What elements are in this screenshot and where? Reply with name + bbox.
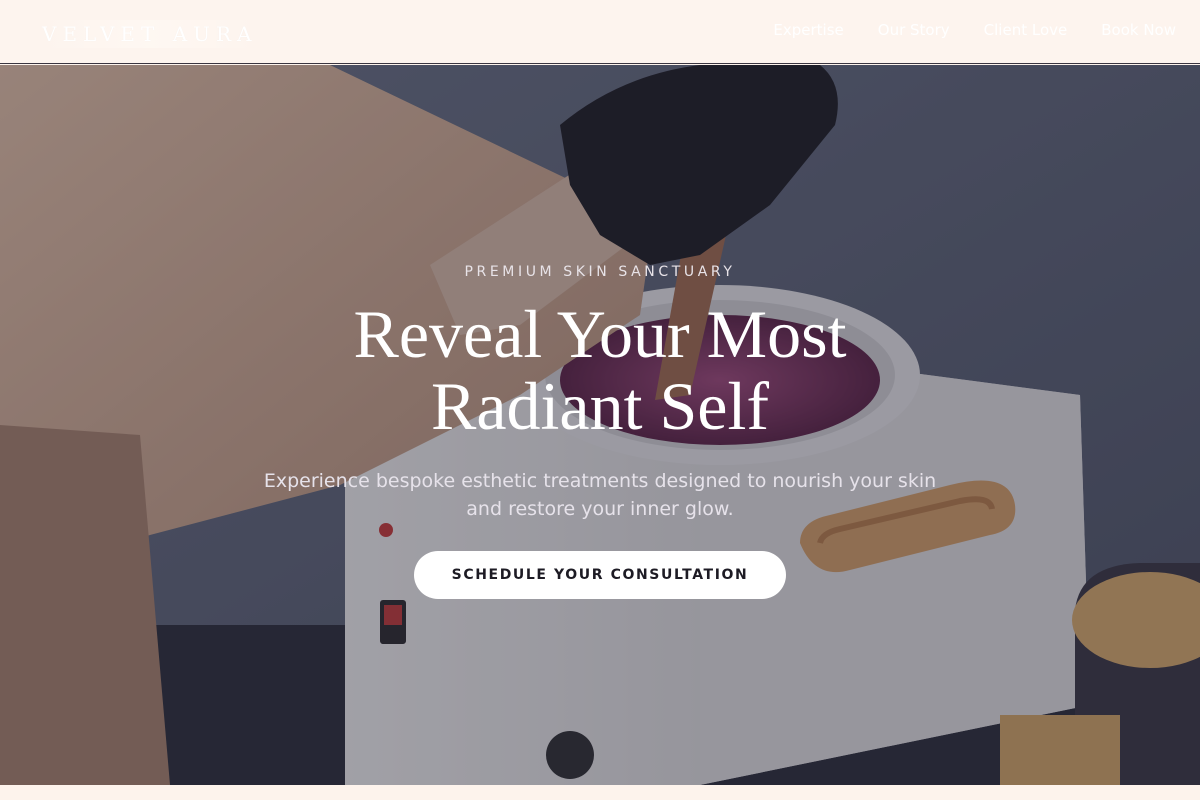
hero-headline-line-1: Reveal Your Most (353, 296, 847, 372)
nav-link-book-now[interactable]: Book Now (1101, 21, 1176, 39)
nav-link-our-story[interactable]: Our Story (878, 21, 950, 39)
page-bottom-strip (0, 785, 1200, 800)
nav-links: Expertise Our Story Client Love Book Now (773, 21, 1176, 39)
hero-eyebrow: PREMIUM SKIN SANCTUARY (464, 264, 736, 280)
top-navbar: VELVET AURA Expertise Our Story Client L… (0, 0, 1200, 64)
hero-subtitle: Experience bespoke esthetic treatments d… (263, 470, 937, 520)
hero-headline-line-2: Radiant Self (430, 368, 770, 444)
schedule-consultation-button[interactable]: SCHEDULE YOUR CONSULTATION (414, 551, 786, 599)
hero-headline: Reveal Your Most Radiant Self (0, 298, 1200, 442)
hero-content: PREMIUM SKIN SANCTUARY Reveal Your Most … (0, 65, 1200, 785)
nav-link-client-love[interactable]: Client Love (984, 21, 1068, 39)
hero-section: PREMIUM SKIN SANCTUARY Reveal Your Most … (0, 65, 1200, 785)
nav-link-expertise[interactable]: Expertise (773, 21, 843, 39)
brand-logo[interactable]: VELVET AURA (36, 20, 264, 48)
